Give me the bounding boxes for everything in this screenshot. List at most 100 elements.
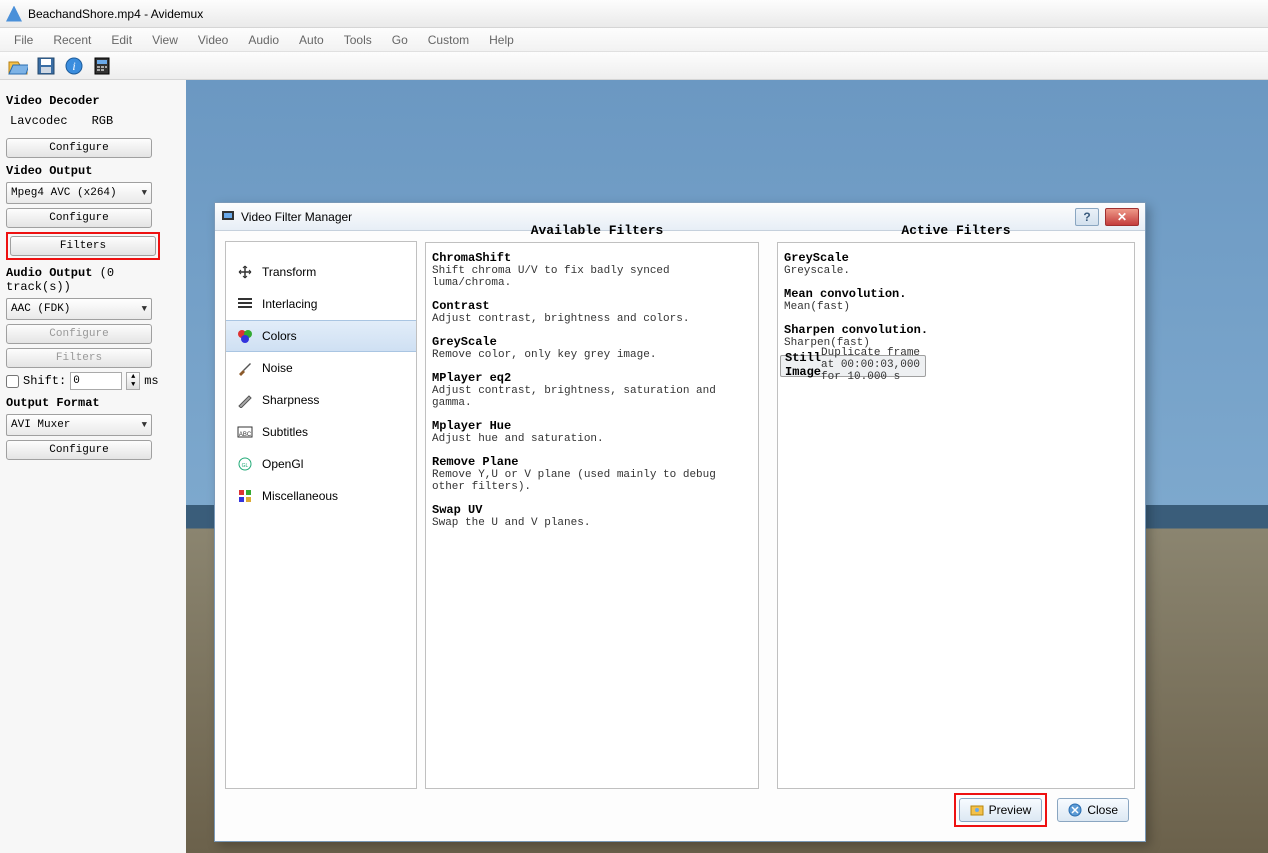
- decoder-codec: Lavcodec: [10, 114, 68, 128]
- available-filter-item[interactable]: ChromaShiftShift chroma U/V to fix badly…: [428, 247, 756, 295]
- filter-name: Swap UV: [432, 503, 752, 517]
- category-sharpness[interactable]: Sharpness: [226, 384, 416, 416]
- brush-icon: [236, 359, 254, 377]
- category-label: Subtitles: [262, 425, 308, 439]
- filter-name: Sharpen convolution.: [784, 323, 1128, 337]
- video-decoder-title: Video Decoder: [6, 94, 180, 108]
- close-button[interactable]: Close: [1057, 798, 1129, 822]
- output-format-select[interactable]: AVI Muxer▼: [6, 414, 152, 436]
- filter-name: GreyScale: [432, 335, 752, 349]
- filter-desc: Shift chroma U/V to fix badly synced lum…: [432, 265, 752, 289]
- window-title: BeachandShore.mp4 - Avidemux: [28, 7, 203, 21]
- available-filter-item[interactable]: Mplayer HueAdjust hue and saturation.: [428, 415, 756, 451]
- preview-highlight: Preview: [954, 793, 1048, 827]
- category-transform[interactable]: Transform: [226, 256, 416, 288]
- chevron-down-icon: ▼: [142, 304, 147, 314]
- svg-text:GL: GL: [242, 463, 249, 469]
- audio-output-title: Audio Output (0 track(s)): [6, 266, 180, 294]
- menu-view[interactable]: View: [142, 31, 188, 49]
- app-logo-icon: [6, 6, 22, 22]
- calculator-icon[interactable]: [92, 56, 112, 76]
- video-codec-select[interactable]: Mpeg4 AVC (x264)▼: [6, 182, 152, 204]
- menu-video[interactable]: Video: [188, 31, 238, 49]
- svg-text:ABC: ABC: [239, 432, 252, 438]
- filter-name: Contrast: [432, 299, 752, 313]
- blade-icon: [236, 391, 254, 409]
- menu-tools[interactable]: Tools: [334, 31, 382, 49]
- active-filter-item[interactable]: GreyScaleGreyscale.: [780, 247, 1132, 283]
- category-label: Interlacing: [262, 297, 317, 311]
- active-filters-panel: GreyScaleGreyscale.Mean convolution.Mean…: [777, 242, 1135, 789]
- arrows-icon: [236, 263, 254, 281]
- audio-filters-button[interactable]: Filters: [6, 348, 152, 368]
- filter-name: Remove Plane: [432, 455, 752, 469]
- filters-highlight: Filters: [6, 232, 160, 260]
- filter-desc: Mean(fast): [784, 301, 1128, 313]
- available-filter-item[interactable]: Swap UVSwap the U and V planes.: [428, 499, 756, 535]
- filter-desc: Swap the U and V planes.: [432, 517, 752, 529]
- menu-help[interactable]: Help: [479, 31, 524, 49]
- filter-name: GreyScale: [784, 251, 1128, 265]
- available-filter-item[interactable]: GreyScaleRemove color, only key grey ima…: [428, 331, 756, 367]
- menu-file[interactable]: File: [4, 31, 43, 49]
- shift-stepper[interactable]: ▲▼: [126, 372, 140, 390]
- menu-auto[interactable]: Auto: [289, 31, 334, 49]
- audio-configure-button[interactable]: Configure: [6, 324, 152, 344]
- misc-icon: [236, 487, 254, 505]
- filter-desc: Greyscale.: [784, 265, 1128, 277]
- active-filter-item[interactable]: Mean convolution.Mean(fast): [780, 283, 1132, 319]
- available-filter-item[interactable]: Remove PlaneRemove Y,U or V plane (used …: [428, 451, 756, 499]
- chevron-down-icon: ▼: [142, 188, 147, 198]
- dialog-icon: [221, 208, 235, 225]
- active-filter-item[interactable]: Still ImageDuplicate frame at 00:00:03,0…: [780, 355, 926, 377]
- audio-codec-select[interactable]: AAC (FDK)▼: [6, 298, 152, 320]
- save-icon[interactable]: [36, 56, 56, 76]
- available-filter-item[interactable]: ContrastAdjust contrast, brightness and …: [428, 295, 756, 331]
- filter-desc: Adjust hue and saturation.: [432, 433, 752, 445]
- menu-go[interactable]: Go: [382, 31, 418, 49]
- menu-custom[interactable]: Custom: [418, 31, 479, 49]
- shift-input[interactable]: [70, 372, 122, 390]
- menu-audio[interactable]: Audio: [238, 31, 289, 49]
- menu-bar: File Recent Edit View Video Audio Auto T…: [0, 28, 1268, 52]
- filter-name: MPlayer eq2: [432, 371, 752, 385]
- menu-recent[interactable]: Recent: [43, 31, 101, 49]
- sidebar: Video Decoder Lavcodec RGB Configure Vid…: [0, 80, 186, 853]
- balls-icon: [236, 327, 254, 345]
- svg-text:i: i: [72, 59, 75, 73]
- category-noise[interactable]: Noise: [226, 352, 416, 384]
- video-output-title: Video Output: [6, 164, 180, 178]
- category-interlacing[interactable]: Interlacing: [226, 288, 416, 320]
- decoder-configure-button[interactable]: Configure: [6, 138, 152, 158]
- filter-desc: Duplicate frame at 00:00:03,000 for 10.0…: [821, 347, 921, 383]
- toolbar: i: [0, 52, 1268, 80]
- category-label: Transform: [262, 265, 316, 279]
- filter-desc: Remove color, only key grey image.: [432, 349, 752, 361]
- filter-name: Mplayer Hue: [432, 419, 752, 433]
- video-filter-manager-dialog: Video Filter Manager ? ✕ TransformInterl…: [214, 202, 1146, 842]
- filter-name: Mean convolution.: [784, 287, 1128, 301]
- open-icon[interactable]: [8, 56, 28, 76]
- category-colors[interactable]: Colors: [226, 320, 416, 352]
- video-filters-button[interactable]: Filters: [10, 236, 156, 256]
- output-configure-button[interactable]: Configure: [6, 440, 152, 460]
- sub-icon: ABC: [236, 423, 254, 441]
- gl-icon: GL: [236, 455, 254, 473]
- filter-categories: Transform Interlacing Colors Noise Sharpness…: [225, 241, 417, 789]
- menu-edit[interactable]: Edit: [101, 31, 142, 49]
- category-opengl[interactable]: GLOpenGl: [226, 448, 416, 480]
- shift-checkbox[interactable]: [6, 375, 19, 388]
- preview-button[interactable]: Preview: [959, 798, 1043, 822]
- output-format-title: Output Format: [6, 396, 180, 410]
- category-label: Noise: [262, 361, 293, 375]
- category-subtitles[interactable]: ABC Subtitles: [226, 416, 416, 448]
- category-label: Miscellaneous: [262, 489, 338, 503]
- filter-desc: Adjust contrast, brightness, saturation …: [432, 385, 752, 409]
- video-configure-button[interactable]: Configure: [6, 208, 152, 228]
- decoder-colorspace: RGB: [92, 114, 114, 128]
- info-icon[interactable]: i: [64, 56, 84, 76]
- chevron-down-icon: ▼: [142, 420, 147, 430]
- category-miscellaneous[interactable]: Miscellaneous: [226, 480, 416, 512]
- available-filter-item[interactable]: MPlayer eq2Adjust contrast, brightness, …: [428, 367, 756, 415]
- category-label: Colors: [262, 329, 297, 343]
